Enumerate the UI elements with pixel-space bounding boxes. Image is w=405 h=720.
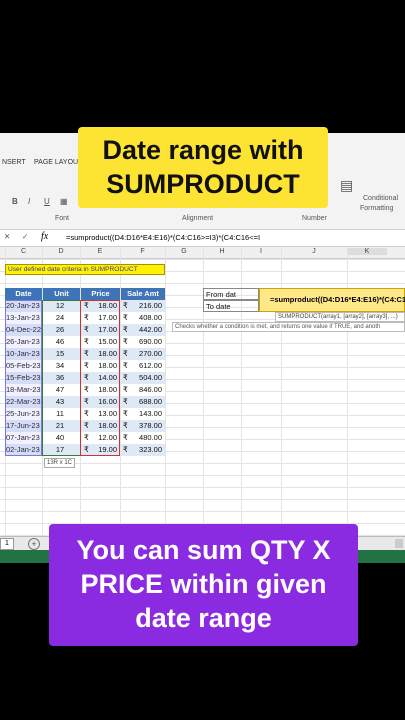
col-f[interactable]: F xyxy=(120,248,165,255)
currency-symbol: ₹ xyxy=(123,445,128,454)
conditional-formatting-icon[interactable]: ▤ xyxy=(340,177,353,194)
currency-symbol: ₹ xyxy=(123,373,128,382)
tab-page-layout[interactable]: PAGE LAYOUT xyxy=(34,159,82,166)
header-unit: Unit xyxy=(43,288,80,300)
header-date: Date xyxy=(5,288,42,300)
sheet-tab[interactable]: 1 xyxy=(0,538,14,550)
currency-symbol: ₹ xyxy=(123,433,128,442)
col-d[interactable]: D xyxy=(42,248,80,255)
confirm-icon[interactable]: ✓ xyxy=(22,232,28,241)
currency-symbol: ₹ xyxy=(123,421,128,430)
col-c[interactable]: C xyxy=(5,248,42,255)
selection-size-badge: 13R x 1C xyxy=(44,458,76,468)
formatting-label: Formatting xyxy=(360,205,394,212)
currency-symbol: ₹ xyxy=(123,409,128,418)
fx-icon[interactable]: fx xyxy=(41,231,48,242)
from-date-label: From dat xyxy=(203,288,259,300)
formula-bar: ✕ ✓ fx =sumproduct((D4:D16*E4:E16)*(C4:C… xyxy=(0,230,405,247)
col-h[interactable]: H xyxy=(203,248,241,255)
top-caption-line1: Date range with xyxy=(102,135,304,165)
top-caption-line2: SUMPRODUCT xyxy=(106,169,300,199)
bottom-caption-line3: date range xyxy=(135,603,272,633)
bottom-caption: You can sum QTY X PRICE within given dat… xyxy=(49,524,358,646)
header-sale-amt: Sale Amt xyxy=(121,288,165,300)
currency-symbol: ₹ xyxy=(123,397,128,406)
bottom-caption-line2: PRICE within given xyxy=(80,569,327,599)
group-number-label: Number xyxy=(302,215,327,222)
cancel-icon[interactable]: ✕ xyxy=(4,232,10,241)
to-date-label: To date xyxy=(203,300,259,312)
col-k[interactable]: K xyxy=(347,248,387,255)
top-black-area xyxy=(0,0,405,133)
top-caption: Date range with SUMPRODUCT xyxy=(78,127,328,208)
group-alignment-label: Alignment xyxy=(182,215,214,222)
tab-insert[interactable]: NSERT xyxy=(2,159,26,166)
currency-symbol: ₹ xyxy=(123,301,128,310)
currency-symbol: ₹ xyxy=(123,361,128,370)
price-range-highlight xyxy=(80,300,120,456)
currency-symbol: ₹ xyxy=(123,313,128,322)
underline-icon[interactable]: U xyxy=(44,197,50,206)
italic-icon[interactable]: I xyxy=(28,197,30,206)
formula-cell[interactable]: =sumproduct((D4:D16*E4:E16)*(C4:C16 xyxy=(259,288,405,312)
function-syntax-tooltip: SUMPRODUCT(array1, [array2], [array3], .… xyxy=(275,312,405,322)
border-icon[interactable]: ▦ xyxy=(60,197,68,206)
conditional-label: Conditional xyxy=(363,195,399,202)
bottom-caption-line1: You can sum QTY X xyxy=(76,535,331,565)
col-e[interactable]: E xyxy=(80,248,120,255)
col-g[interactable]: G xyxy=(165,248,203,255)
add-sheet-icon[interactable]: + xyxy=(28,538,40,550)
group-font-label: Font xyxy=(55,215,70,222)
bold-icon[interactable]: B xyxy=(12,197,18,206)
scrollbar-thumb[interactable] xyxy=(395,539,403,548)
date-range-highlight xyxy=(5,300,42,456)
currency-symbol: ₹ xyxy=(123,325,128,334)
currency-symbol: ₹ xyxy=(123,385,128,394)
col-i[interactable]: I xyxy=(241,248,281,255)
header-price: Price xyxy=(81,288,120,300)
currency-symbol: ₹ xyxy=(123,337,128,346)
function-description-tooltip: Checks whether a condition is met, and r… xyxy=(172,322,405,332)
formula-input[interactable]: =sumproduct((D4:D16*E4:E16)*(C4:C16>=I3)… xyxy=(66,233,260,242)
criteria-label: User defined date criteria in SUMPRODUCT xyxy=(5,264,165,275)
currency-symbol: ₹ xyxy=(123,349,128,358)
formula-cell-text: =sumproduct((D4:D16*E4:E16)*(C4:C16 xyxy=(270,295,405,304)
col-j[interactable]: J xyxy=(281,248,347,255)
